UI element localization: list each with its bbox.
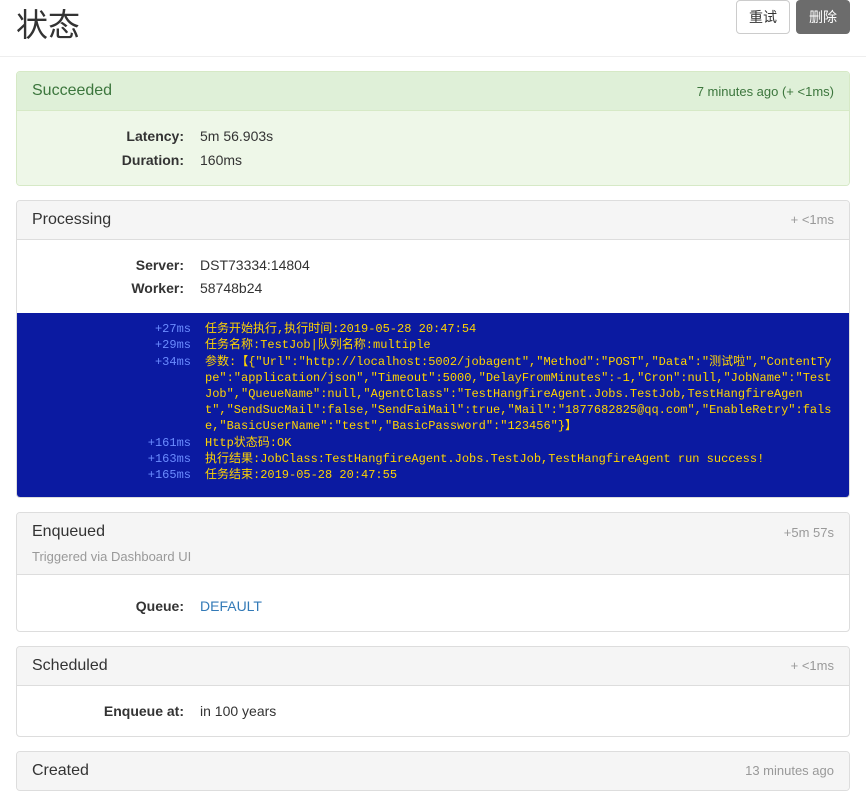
console-message: 任务开始执行,执行时间:2019-05-28 20:47:54 — [205, 321, 835, 337]
page-title: 状态 — [16, 0, 80, 46]
enqueued-reason: Triggered via Dashboard UI — [17, 545, 849, 575]
duration-label: Duration: — [32, 149, 200, 173]
console-timestamp: +163ms — [31, 451, 205, 467]
panel-header: Created 13 minutes ago — [17, 752, 849, 790]
header-actions: 重试 删除 — [736, 0, 850, 34]
panel-header: Succeeded 7 minutes ago (+ <1ms) — [17, 72, 849, 111]
console-message: Http状态码:OK — [205, 435, 835, 451]
console-row: +163ms执行结果:JobClass:TestHangfireAgent.Jo… — [31, 451, 835, 467]
panel-title: Processing — [32, 211, 111, 229]
panel-succeeded: Succeeded 7 minutes ago (+ <1ms) Latency… — [16, 71, 850, 186]
worker-label: Worker: — [32, 277, 200, 301]
enqueue-at-value: in 100 years — [200, 700, 276, 724]
console-row: +29ms任务名称:TestJob|队列名称:multiple — [31, 337, 835, 353]
console-timestamp: +27ms — [31, 321, 205, 337]
console-message: 任务结束:2019-05-28 20:47:55 — [205, 467, 835, 483]
panel-timestamp: +5m 57s — [784, 525, 834, 540]
console-timestamp: +29ms — [31, 337, 205, 353]
panel-timestamp: 7 minutes ago (+ <1ms) — [697, 84, 834, 99]
panel-title: Enqueued — [32, 523, 105, 541]
panel-timestamp: + <1ms — [791, 212, 834, 227]
server-label: Server: — [32, 254, 200, 278]
enqueue-at-label: Enqueue at: — [32, 700, 200, 724]
retry-button[interactable]: 重试 — [736, 0, 790, 34]
panel-title: Created — [32, 762, 89, 780]
panel-scheduled: Scheduled + <1ms Enqueue at: in 100 year… — [16, 646, 850, 737]
console-message: 任务名称:TestJob|队列名称:multiple — [205, 337, 835, 353]
duration-value: 160ms — [200, 149, 242, 173]
panel-created: Created 13 minutes ago — [16, 751, 850, 791]
console-row: +161msHttp状态码:OK — [31, 435, 835, 451]
panel-header: Scheduled + <1ms — [17, 647, 849, 686]
console-row: +27ms任务开始执行,执行时间:2019-05-28 20:47:54 — [31, 321, 835, 337]
panel-header: Processing + <1ms — [17, 201, 849, 240]
latency-label: Latency: — [32, 125, 200, 149]
panel-processing: Processing + <1ms Server: DST73334:14804… — [16, 200, 850, 498]
console-timestamp: +165ms — [31, 467, 205, 483]
console-row: +34ms参数:【{"Url":"http://localhost:5002/j… — [31, 354, 835, 435]
console-output: +27ms任务开始执行,执行时间:2019-05-28 20:47:54+29m… — [17, 313, 849, 497]
server-value: DST73334:14804 — [200, 254, 310, 278]
queue-link[interactable]: DEFAULT — [200, 598, 262, 614]
console-message: 执行结果:JobClass:TestHangfireAgent.Jobs.Tes… — [205, 451, 835, 467]
scheduled-details: Enqueue at: in 100 years — [17, 686, 849, 736]
panel-timestamp: 13 minutes ago — [745, 763, 834, 778]
console-timestamp: +34ms — [31, 354, 205, 435]
delete-button[interactable]: 删除 — [796, 0, 850, 34]
panel-title: Scheduled — [32, 657, 108, 675]
queue-label: Queue: — [32, 595, 200, 619]
panel-enqueued: Enqueued +5m 57s Triggered via Dashboard… — [16, 512, 850, 632]
panel-title: Succeeded — [32, 82, 112, 100]
enqueued-details: Queue: DEFAULT — [17, 581, 849, 631]
latency-value: 5m 56.903s — [200, 125, 273, 149]
console-row: +165ms任务结束:2019-05-28 20:47:55 — [31, 467, 835, 483]
processing-details: Server: DST73334:14804 Worker: 58748b24 — [17, 240, 849, 314]
worker-value: 58748b24 — [200, 277, 262, 301]
panel-timestamp: + <1ms — [791, 658, 834, 673]
succeeded-details: Latency: 5m 56.903s Duration: 160ms — [17, 111, 849, 185]
console-timestamp: +161ms — [31, 435, 205, 451]
console-message: 参数:【{"Url":"http://localhost:5002/jobage… — [205, 354, 835, 435]
page-header: 状态 重试 删除 — [0, 0, 866, 57]
